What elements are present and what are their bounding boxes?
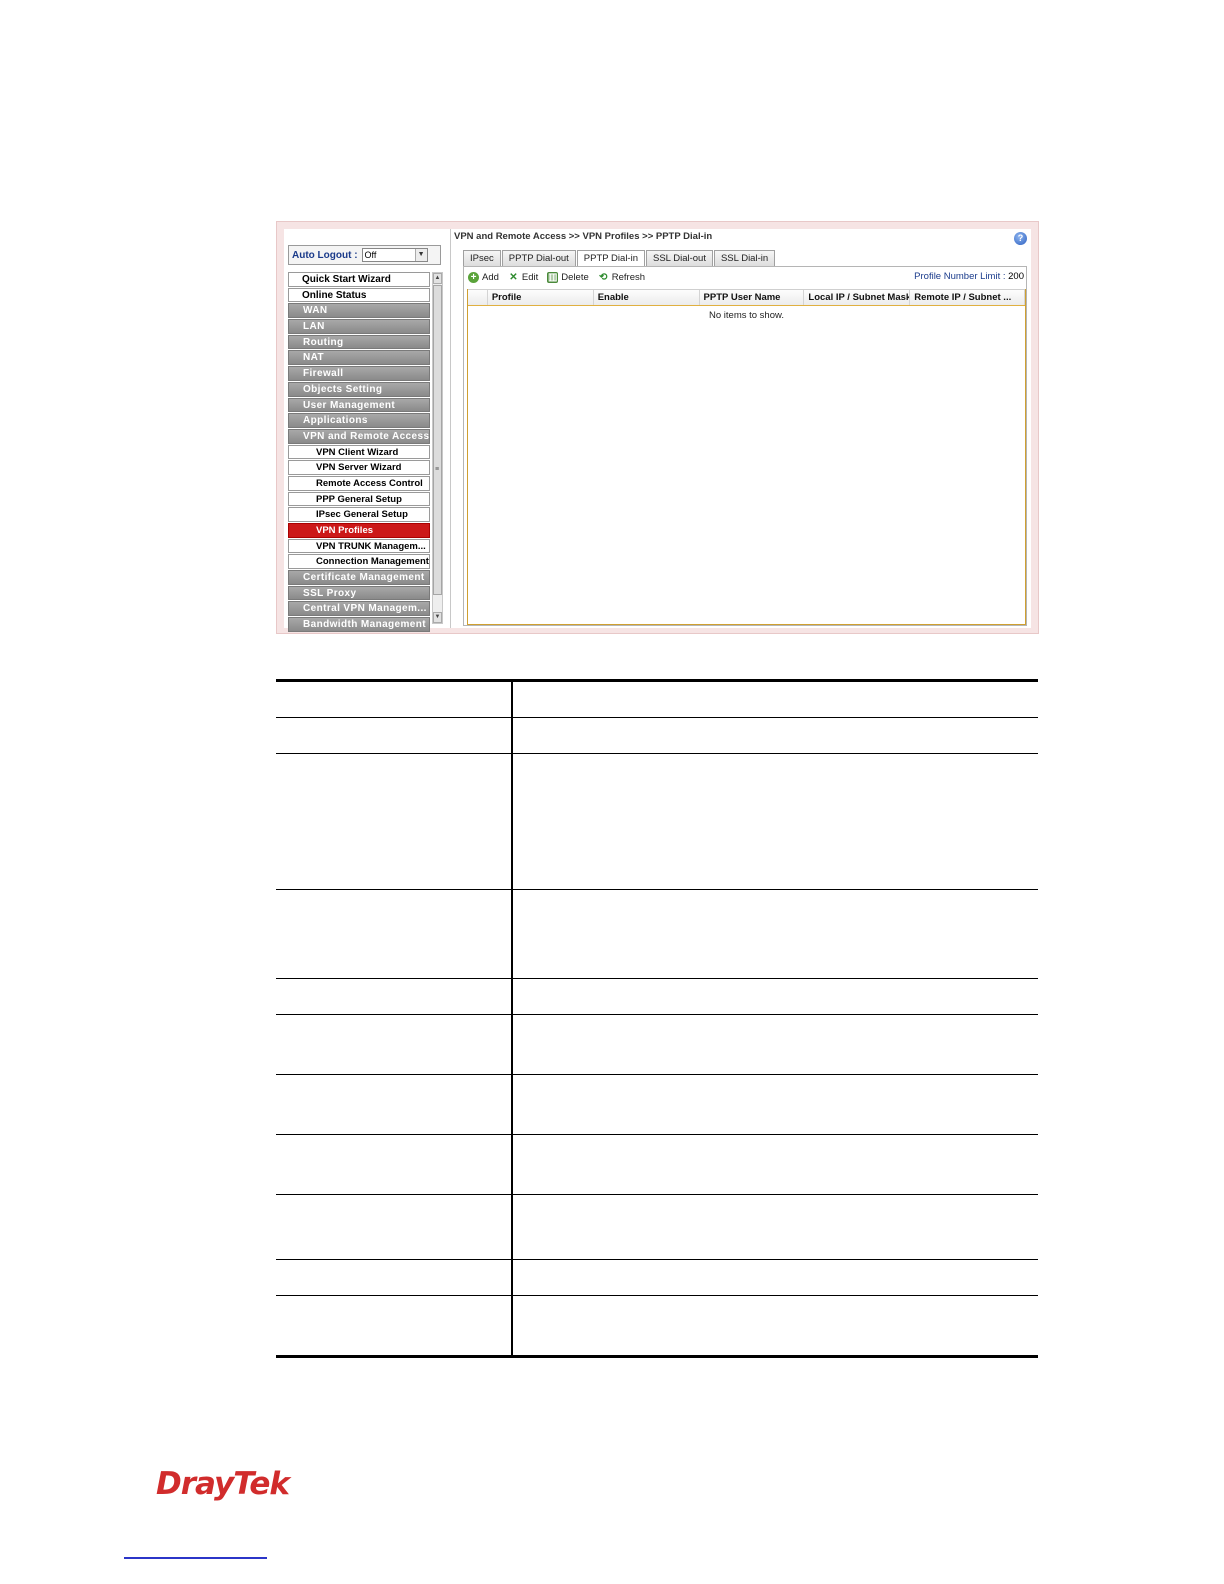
- add-button[interactable]: + Add: [468, 271, 499, 283]
- table-row: [276, 1195, 1038, 1260]
- main-menu: Quick Start Wizard Online Status WAN LAN Rou…: [288, 272, 430, 633]
- menu-item[interactable]: Connection Management: [288, 554, 430, 570]
- column-header[interactable]: Profile: [488, 290, 594, 305]
- auto-logout: Auto Logout : Off ▼: [288, 245, 441, 265]
- menu-item[interactable]: Quick Start Wizard: [288, 272, 430, 287]
- menu-item[interactable]: Certificate Management: [288, 570, 430, 585]
- breadcrumb: VPN and Remote Access >> VPN Profiles >>…: [454, 231, 713, 242]
- menu-item[interactable]: Routing: [288, 334, 430, 350]
- router-screenshot: Auto Logout : Off ▼ Quick Start Wizard On…: [276, 221, 1039, 634]
- tab-bar: IPsec PPTP Dial-out PPTP Dial-in SSL Dial-o…: [463, 250, 776, 267]
- trash-icon: ▥: [547, 271, 559, 283]
- menu-item[interactable]: User Management: [288, 397, 430, 413]
- tab[interactable]: IPsec: [463, 250, 501, 266]
- menu-item[interactable]: VPN and Remote Access: [288, 428, 430, 444]
- menu-item[interactable]: Remote Access Control: [288, 475, 430, 491]
- column-header[interactable]: Enable: [594, 290, 700, 305]
- menu-item[interactable]: Applications: [288, 413, 430, 428]
- tab[interactable]: SSL Dial-out: [645, 250, 713, 266]
- footer-link-underline: [124, 1557, 267, 1559]
- delete-button[interactable]: ▥ Delete: [547, 271, 589, 283]
- menu-item[interactable]: WAN: [288, 303, 430, 319]
- menu-item[interactable]: VPN TRUNK Managem...: [288, 538, 430, 554]
- menu-item[interactable]: Central VPN Managem...: [288, 601, 430, 617]
- table-row: [276, 1260, 1038, 1296]
- sidebar: Auto Logout : Off ▼ Quick Start Wizard On…: [286, 229, 443, 632]
- scroll-down-icon[interactable]: ▼: [433, 612, 442, 623]
- menu-item[interactable]: NAT: [288, 350, 430, 366]
- menu-item[interactable]: VPN Server Wizard: [288, 460, 430, 475]
- refresh-label: Refresh: [611, 271, 646, 283]
- menu-item[interactable]: LAN: [288, 319, 430, 334]
- edit-label: Edit: [521, 271, 539, 283]
- table-row: [276, 979, 1038, 1015]
- profiles-panel: + Add ✕ Edit ▥ Delete ⟲ Refresh Profile …: [463, 266, 1027, 626]
- scrollbar-thumb[interactable]: ≡: [433, 285, 442, 595]
- router-window: Auto Logout : Off ▼ Quick Start Wizard On…: [284, 229, 1031, 632]
- empty-message: No items to show.: [709, 310, 784, 321]
- auto-logout-value: Off: [364, 250, 377, 260]
- profile-limit: Profile Number Limit : 200: [914, 271, 1024, 282]
- grip-icon: ≡: [435, 466, 440, 473]
- description-table: [276, 679, 1038, 1358]
- menu-item[interactable]: IPsec General Setup: [288, 507, 430, 522]
- edit-icon: ✕: [509, 271, 518, 283]
- table-row: [276, 1296, 1038, 1358]
- menu-item[interactable]: VPN Profiles: [288, 523, 430, 538]
- table-row: [276, 754, 1038, 890]
- profiles-grid: Profile Enable PPTP User Name Local IP / Su…: [467, 289, 1026, 625]
- refresh-icon: ⟲: [599, 271, 608, 283]
- auto-logout-label: Auto Logout :: [292, 249, 358, 261]
- tab[interactable]: SSL Dial-in: [713, 250, 776, 266]
- menu-item[interactable]: Online Status: [288, 287, 430, 303]
- table-row: [276, 1075, 1038, 1135]
- table-row: [276, 718, 1038, 754]
- add-label: Add: [482, 271, 499, 283]
- tab[interactable]: PPTP Dial-in: [576, 250, 645, 267]
- chevron-down-icon[interactable]: ▼: [414, 249, 427, 261]
- sidebar-scrollbar[interactable]: ▲ ≡ ▼: [432, 272, 443, 624]
- menu-item[interactable]: Firewall: [288, 366, 430, 381]
- table-row: [276, 679, 1038, 718]
- refresh-button[interactable]: ⟲ Refresh: [598, 272, 645, 283]
- column-header[interactable]: Local IP / Subnet Mask: [804, 290, 911, 305]
- table-row: [276, 1015, 1038, 1075]
- menu-item[interactable]: PPP General Setup: [288, 491, 430, 507]
- tab[interactable]: PPTP Dial-out: [501, 250, 576, 266]
- menu-item[interactable]: Bandwidth Management: [288, 617, 430, 632]
- auto-logout-select[interactable]: Off ▼: [361, 248, 428, 262]
- menu-item[interactable]: Objects Setting: [288, 381, 430, 397]
- scroll-up-icon[interactable]: ▲: [433, 273, 442, 284]
- edit-button[interactable]: ✕ Edit: [508, 272, 538, 283]
- column-header[interactable]: Remote IP / Subnet ...: [910, 290, 1026, 305]
- column-header[interactable]: [468, 290, 488, 305]
- add-icon: +: [468, 271, 479, 283]
- profile-limit-label: Profile Number Limit :: [914, 271, 1006, 282]
- menu-item[interactable]: SSL Proxy: [288, 585, 430, 601]
- menu-item[interactable]: VPN Client Wizard: [288, 444, 430, 460]
- main-content: VPN and Remote Access >> VPN Profiles >>…: [450, 229, 1031, 628]
- column-header[interactable]: PPTP User Name: [700, 290, 805, 305]
- grid-header: Profile Enable PPTP User Name Local IP / Su…: [468, 289, 1026, 306]
- table-row: [276, 890, 1038, 979]
- help-icon[interactable]: ?: [1014, 232, 1027, 245]
- delete-label: Delete: [561, 271, 589, 283]
- draytek-logo: DrayTek: [156, 1466, 290, 1502]
- table-row: [276, 1135, 1038, 1195]
- profile-limit-value: 200: [1008, 271, 1024, 282]
